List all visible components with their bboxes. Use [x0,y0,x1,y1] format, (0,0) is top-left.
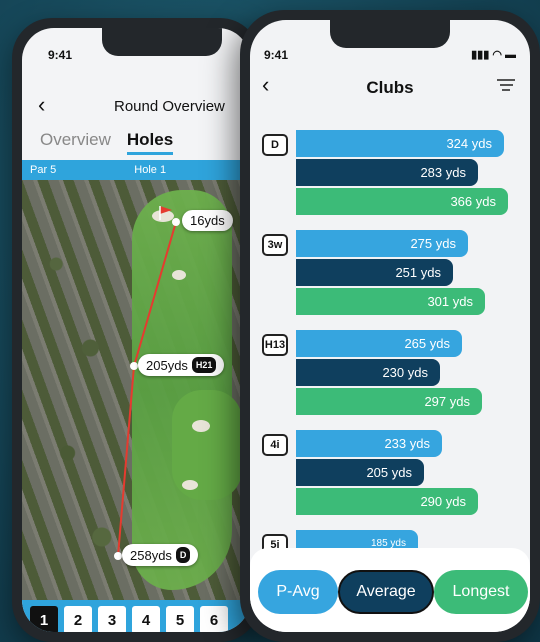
hole-selector: 1 2 3 4 5 6 [22,600,250,632]
stat-toggle-panel: P-Avg Average Longest [250,548,530,632]
shot-distance: 258yds [130,547,172,563]
shot-distance-tag[interactable]: 258yds D [122,544,199,566]
hole-label: Hole 1 [134,164,167,176]
longest-bar: 290 yds [296,488,478,515]
page-title: Clubs [366,78,414,97]
status-time: 9:41 [264,48,289,62]
longest-bar: 297 yds [296,388,482,415]
longest-bar: 366 yds [296,188,508,215]
average-bar: 230 yds [296,359,440,386]
hole-info-bar: Par 5 Hole 1 [22,160,250,180]
shot-club-badge: D [175,547,191,563]
tab-bar: Overview Holes [40,130,174,155]
shot-marker [130,362,138,370]
hole-button[interactable]: 6 [200,606,228,632]
back-arrow-icon[interactable]: ‹ [38,92,45,118]
shot-club-badge: H21 [191,357,217,373]
club-label: 3w [262,234,288,256]
status-time: 9:41 [48,48,73,62]
filter-icon[interactable] [496,76,516,94]
round-overview-screen: 9:41 ‹ Round Overview Overview Holes Par… [22,28,250,632]
hole-button[interactable]: 3 [98,606,126,632]
club-label: 4i [262,434,288,456]
phone-notch [330,20,450,48]
p-avg-button[interactable]: P-Avg [258,570,338,614]
club-label: D [262,134,288,156]
average-bar: 205 yds [296,459,424,486]
par-label: Par 5 [30,164,57,176]
club-label: H13 [262,334,288,356]
longest-bar: 301 yds [296,288,485,315]
hole-button[interactable]: 4 [132,606,160,632]
p-avg-bar: 275 yds [296,230,468,257]
shot-marker [172,218,180,226]
average-bar: 283 yds [296,159,478,186]
shot-distance-tag[interactable]: 205yds H21 [138,354,225,376]
hole-button[interactable]: 2 [64,606,92,632]
average-button[interactable]: Average [338,570,434,614]
shot-path-line [117,206,177,557]
shot-distance-tag[interactable]: 16yds [182,210,233,231]
page-title: Round Overview [114,98,225,115]
shot-distance: 205yds [146,357,188,373]
shot-distance: 16yds [190,213,225,228]
tab-overview[interactable]: Overview [40,130,111,155]
hole-button[interactable]: 1 [30,606,58,632]
p-avg-bar: 233 yds [296,430,442,457]
hole-map[interactable]: 16yds 205yds H21 258yds D [22,180,250,600]
clubs-screen: 9:41 ▮▮▮ ◠ ▬ ‹ Clubs D 324 yds 283 yds 3… [250,20,530,632]
clubs-phone: 9:41 ▮▮▮ ◠ ▬ ‹ Clubs D 324 yds 283 yds 3… [240,10,540,642]
hole-button[interactable]: 5 [166,606,194,632]
shot-marker [114,552,122,560]
p-avg-bar: 265 yds [296,330,462,357]
p-avg-bar: 324 yds [296,130,504,157]
phone-notch [102,28,222,56]
round-overview-phone: 9:41 ‹ Round Overview Overview Holes Par… [12,18,260,642]
tab-holes[interactable]: Holes [126,130,174,155]
longest-button[interactable]: Longest [434,570,528,614]
average-bar: 251 yds [296,259,453,286]
status-icons: ▮▮▮ ◠ ▬ [471,49,516,61]
